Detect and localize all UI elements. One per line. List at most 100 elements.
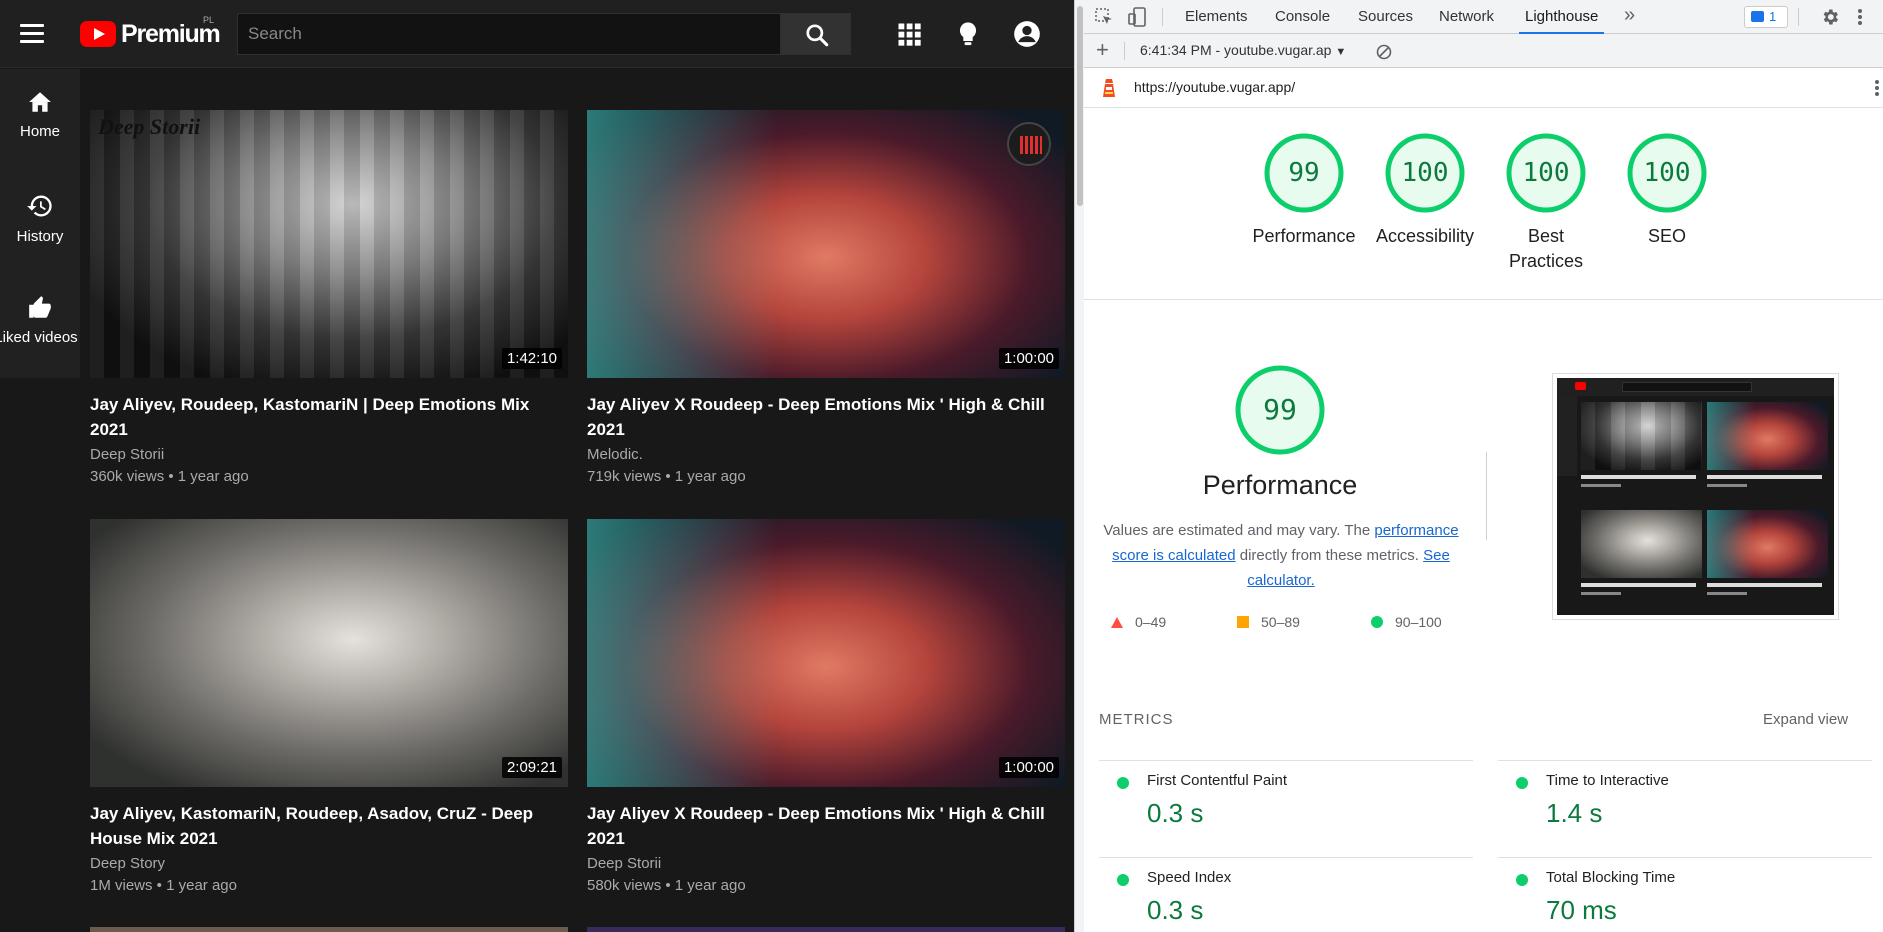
new-report-plus-icon[interactable]: + (1096, 37, 1109, 63)
metric-name: Time to Interactive (1546, 772, 1669, 789)
metric-value: 0.3 s (1147, 895, 1204, 925)
metric-divider (1498, 760, 1872, 761)
video-duration: 1:42:10 (501, 348, 562, 369)
search-input[interactable]: Search (237, 13, 781, 55)
yt-header: Premium PL Search (0, 0, 1074, 68)
legend-range: 0–49 (1135, 614, 1167, 630)
sidebar-label-history: History (16, 228, 64, 245)
youtube-app: Premium PL Search Home History Liked vid… (0, 0, 1074, 932)
metric-divider (1099, 760, 1473, 761)
apps-grid-icon[interactable] (895, 20, 923, 48)
hamburger-menu-icon[interactable] (20, 22, 46, 46)
tab-sources[interactable]: Sources (1358, 8, 1413, 25)
legend-range: 90–100 (1395, 614, 1442, 630)
metric-name: Total Blocking Time (1546, 869, 1676, 886)
toolbar-divider (1124, 42, 1125, 60)
video-channel[interactable]: Deep Story (90, 855, 568, 872)
video-card[interactable]: 1:00:00 Jay Aliyev X Roudeep - Deep Emot… (587, 110, 1065, 485)
gauge-label[interactable]: Accessibility (1360, 224, 1490, 249)
more-options-vertical-icon[interactable] (1856, 7, 1864, 27)
video-duration: 2:09:21 (501, 757, 562, 778)
sidebar-item-liked-videos[interactable]: Liked videos (0, 275, 80, 375)
devtools-tabbar: Elements Console Sources Network Lightho… (1084, 0, 1883, 34)
video-thumbnail[interactable]: 1:00:00 (587, 110, 1065, 378)
clear-reports-icon[interactable] (1376, 44, 1392, 60)
metric-value: 70 ms (1546, 895, 1617, 925)
panel-scrollbar[interactable] (1074, 0, 1084, 932)
sidebar-item-home[interactable]: Home (0, 69, 80, 169)
legend-fail: 0–49 (1111, 614, 1166, 630)
metric-divider (1498, 857, 1872, 858)
mini-thumbnail (1581, 510, 1702, 578)
tab-console[interactable]: Console (1275, 8, 1330, 25)
history-icon (27, 195, 52, 217)
scrollbar-thumb[interactable] (1077, 6, 1083, 206)
more-tabs-chevron-icon[interactable]: » (1624, 4, 1635, 27)
expand-view-toggle[interactable]: Expand view (1763, 711, 1848, 728)
video-meta: 580k views • 1 year ago (587, 877, 746, 894)
mini-title (1707, 475, 1822, 479)
tab-lighthouse[interactable]: Lighthouse (1518, 8, 1605, 34)
mini-meta (1581, 484, 1621, 487)
video-meta: 360k views • 1 year ago (90, 468, 249, 485)
score-gauge-seo[interactable]: 100 (1627, 133, 1707, 213)
score-gauge-performance[interactable]: 99 (1264, 133, 1344, 213)
metrics-heading: METRICS (1099, 711, 1174, 728)
device-toolbar-icon[interactable] (1128, 6, 1148, 28)
performance-gauge-large: 99 (1235, 365, 1325, 455)
lightbulb-icon[interactable] (954, 20, 982, 48)
report-url[interactable]: https://youtube.vugar.app/ (1134, 79, 1295, 95)
thumbnail-watermark: Deep Storii (98, 114, 201, 139)
metric-value: 1.4 s (1546, 798, 1603, 828)
gauge-label[interactable]: Performance (1239, 224, 1369, 249)
report-selector-dropdown[interactable]: 6:41:34 PM - youtube.vugar.ap ▼ (1140, 42, 1346, 58)
issues-counter-badge[interactable]: 1 (1744, 6, 1788, 28)
search-button[interactable] (781, 13, 851, 55)
report-selector-label: 6:41:34 PM - youtube.vugar.ap (1140, 42, 1332, 58)
tab-elements[interactable]: Elements (1185, 8, 1248, 25)
mini-thumbnail (1707, 402, 1828, 470)
score-gauge-best-practices[interactable]: 100 (1506, 133, 1586, 213)
mini-meta (1707, 484, 1747, 487)
mini-title (1581, 475, 1696, 479)
video-thumbnail-partial (90, 927, 568, 932)
final-screenshot[interactable] (1552, 373, 1839, 620)
video-channel[interactable]: Melodic. (587, 446, 1065, 463)
video-thumbnail[interactable]: Deep Storii 1:42:10 (90, 110, 568, 378)
video-thumbnail[interactable]: 1:00:00 (587, 519, 1065, 787)
mini-logo (1575, 382, 1586, 390)
video-channel[interactable]: Deep Storii (587, 855, 1065, 872)
report-url-bar: https://youtube.vugar.app/ (1084, 68, 1883, 108)
legend-average: 50–89 (1237, 614, 1300, 630)
settings-gear-icon[interactable] (1820, 7, 1840, 27)
gauge-label[interactable]: SEO (1602, 224, 1732, 249)
video-title[interactable]: Jay Aliyev, KastomariN, Roudeep, Asadov,… (90, 801, 568, 851)
performance-title: Performance (1202, 470, 1358, 500)
tab-network[interactable]: Network (1439, 8, 1494, 25)
inspect-element-icon[interactable] (1094, 7, 1114, 27)
video-card[interactable]: 1:00:00 Jay Aliyev X Roudeep - Deep Emot… (587, 519, 1065, 894)
pass-dot-icon (1516, 777, 1528, 789)
video-title[interactable]: Jay Aliyev, Roudeep, KastomariN | Deep E… (90, 392, 568, 442)
report-menu-icon[interactable] (1874, 78, 1880, 98)
video-channel[interactable]: Deep Storii (90, 446, 568, 463)
video-thumbnail[interactable]: 2:09:21 (90, 519, 568, 787)
home-icon (29, 92, 51, 112)
lighthouse-toolbar: + 6:41:34 PM - youtube.vugar.ap ▼ (1084, 34, 1883, 68)
youtube-premium-logo[interactable]: Premium (80, 19, 221, 49)
metric-value: 0.3 s (1147, 798, 1204, 828)
video-title[interactable]: Jay Aliyev X Roudeep - Deep Emotions Mix… (587, 801, 1065, 851)
video-card[interactable]: Deep Storii 1:42:10 Jay Aliyev, Roudeep,… (90, 110, 568, 485)
search-icon (806, 24, 829, 47)
video-duration: 1:00:00 (998, 348, 1059, 369)
gauge-label[interactable]: Best Practices (1506, 224, 1586, 274)
score-gauge-accessibility[interactable]: 100 (1385, 133, 1465, 213)
gauge-score: 99 (1288, 158, 1320, 188)
video-card[interactable]: 2:09:21 Jay Aliyev, KastomariN, Roudeep,… (90, 519, 568, 894)
sidebar-item-history[interactable]: History (0, 172, 80, 272)
sidebar-label-home: Home (19, 123, 60, 140)
video-thumbnail-partial (587, 927, 1065, 932)
account-avatar-icon[interactable] (1013, 20, 1041, 48)
video-title[interactable]: Jay Aliyev X Roudeep - Deep Emotions Mix… (587, 392, 1065, 442)
square-average-icon (1237, 616, 1249, 628)
